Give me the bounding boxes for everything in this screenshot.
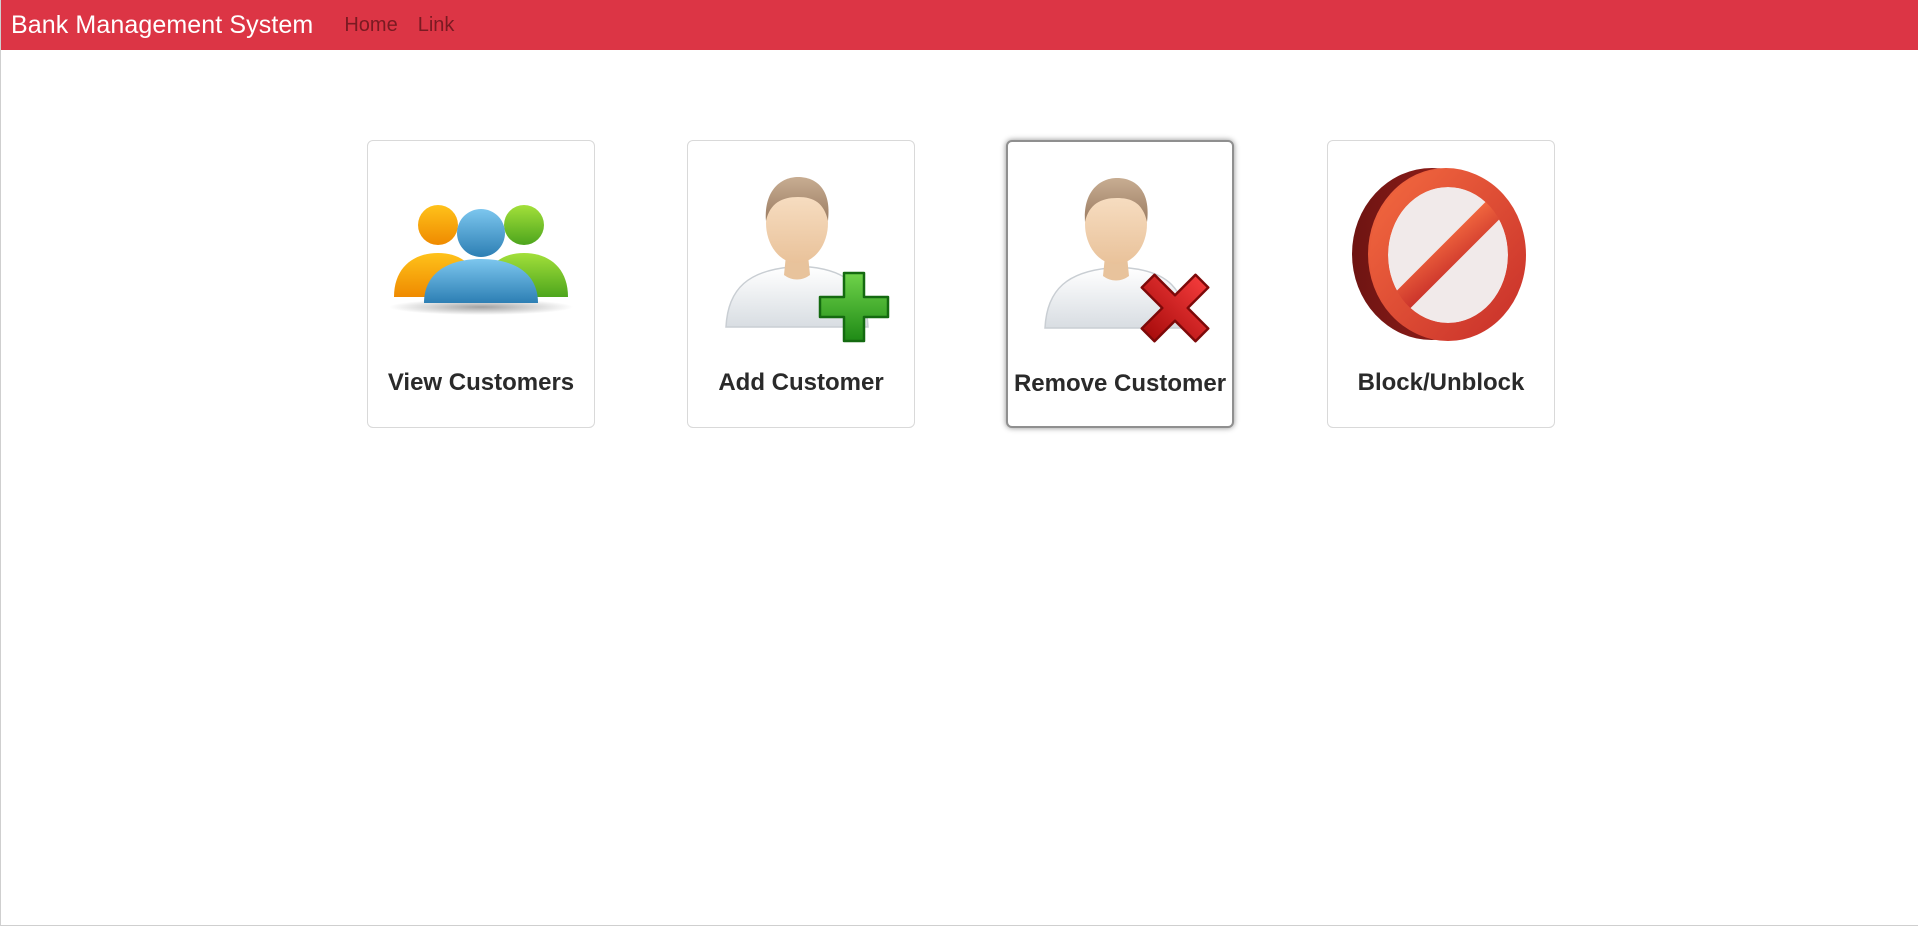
tile-label: Block/Unblock — [1357, 369, 1525, 396]
block-unblock-button[interactable]: Block/Unblock — [1327, 140, 1555, 428]
tile-label: Add Customer — [718, 369, 884, 396]
tile-label: Remove Customer — [1013, 370, 1227, 397]
navbar: Bank Management System Home Link — [1, 0, 1918, 50]
view-customers-button[interactable]: View Customers — [367, 140, 595, 428]
brand-link[interactable]: Bank Management System — [11, 11, 313, 40]
add-user-icon — [725, 177, 890, 343]
page: Bank Management System Home Link View Cu… — [0, 0, 1918, 926]
tile-label: View Customers — [387, 369, 575, 396]
remove-customer-button[interactable]: Remove Customer — [1006, 140, 1234, 428]
block-icon — [1352, 168, 1526, 341]
users-group-icon — [389, 205, 573, 315]
nav-home-link[interactable]: Home — [344, 14, 397, 37]
remove-user-icon — [1044, 178, 1210, 343]
add-customer-button[interactable]: Add Customer — [687, 140, 915, 428]
nav-link-link[interactable]: Link — [418, 14, 455, 37]
